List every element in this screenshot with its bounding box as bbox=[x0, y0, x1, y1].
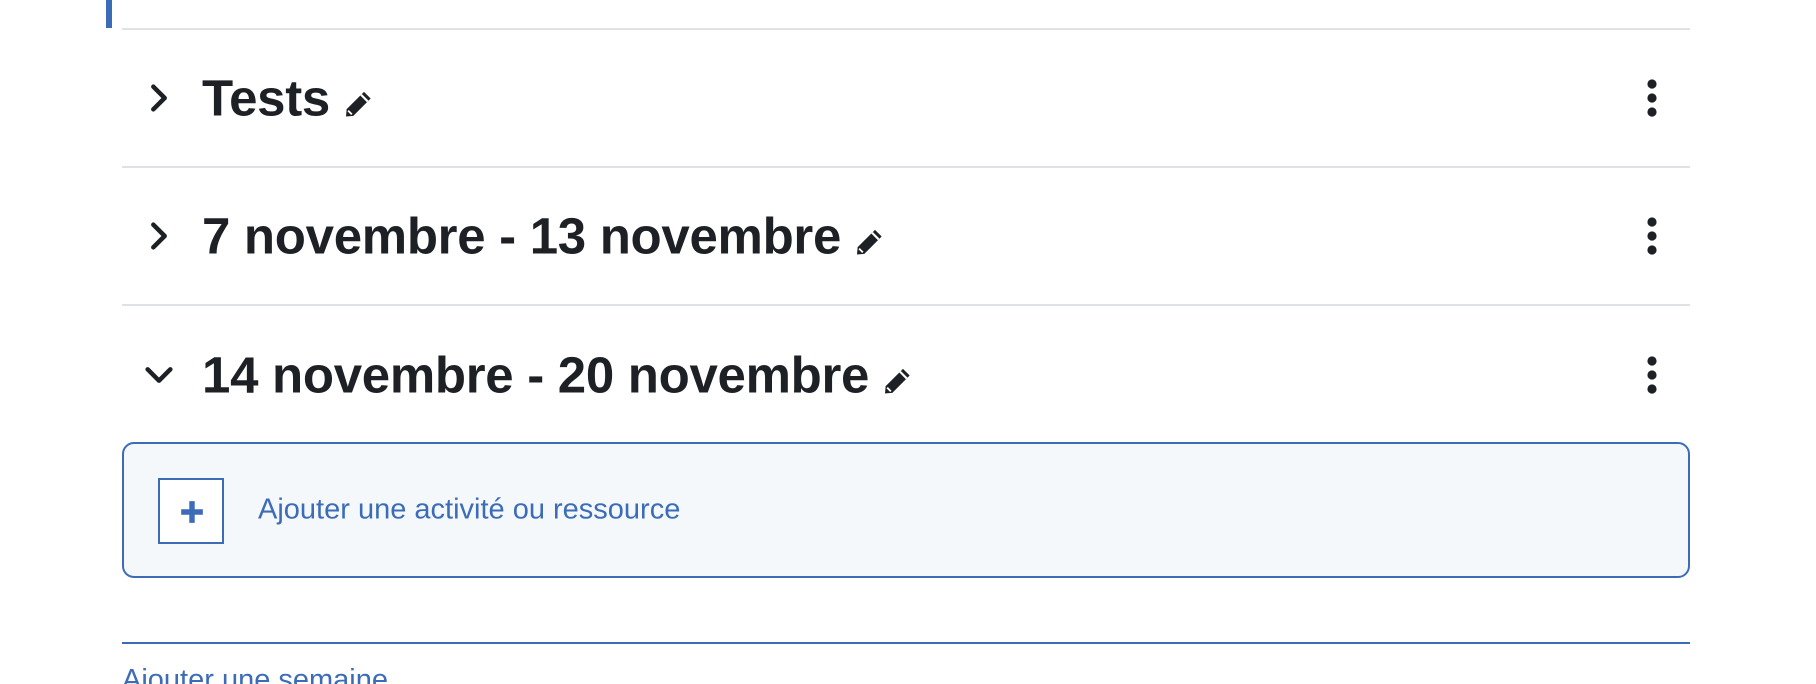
chevron-right-icon[interactable] bbox=[142, 81, 176, 115]
section-title-wrap: 14 novembre - 20 novembre bbox=[202, 346, 913, 405]
add-week-link[interactable]: Ajouter une semaine bbox=[122, 664, 388, 684]
pencil-icon[interactable] bbox=[342, 88, 374, 120]
chevron-down-icon[interactable] bbox=[142, 358, 176, 392]
add-activity-label: Ajouter une activité ou ressource bbox=[258, 493, 681, 526]
section-title[interactable]: Tests bbox=[202, 69, 330, 128]
section-divider bbox=[122, 642, 1690, 644]
section-week-14-20-nov: 14 novembre - 20 novembre bbox=[122, 306, 1690, 444]
section-title[interactable]: 14 novembre - 20 novembre bbox=[202, 346, 869, 405]
pencil-icon[interactable] bbox=[881, 365, 913, 397]
section-title-wrap: Tests bbox=[202, 69, 374, 128]
vertical-ellipsis-icon[interactable] bbox=[1642, 78, 1662, 118]
vertical-ellipsis-icon[interactable] bbox=[1642, 355, 1662, 395]
plus-icon bbox=[181, 501, 203, 523]
section-week-7-13-nov: 7 novembre - 13 novembre bbox=[122, 168, 1690, 306]
active-section-indicator bbox=[106, 0, 112, 28]
add-activity-button[interactable]: Ajouter une activité ou ressource bbox=[122, 442, 1690, 578]
plus-button[interactable] bbox=[158, 478, 224, 544]
pencil-icon[interactable] bbox=[853, 226, 885, 258]
course-content: Tests 7 novembre - 13 novembre 14 novemb… bbox=[0, 0, 1816, 684]
section-tests: Tests bbox=[122, 30, 1690, 168]
section-title[interactable]: 7 novembre - 13 novembre bbox=[202, 207, 841, 266]
vertical-ellipsis-icon[interactable] bbox=[1642, 216, 1662, 256]
section-title-wrap: 7 novembre - 13 novembre bbox=[202, 207, 885, 266]
chevron-right-icon[interactable] bbox=[142, 219, 176, 253]
